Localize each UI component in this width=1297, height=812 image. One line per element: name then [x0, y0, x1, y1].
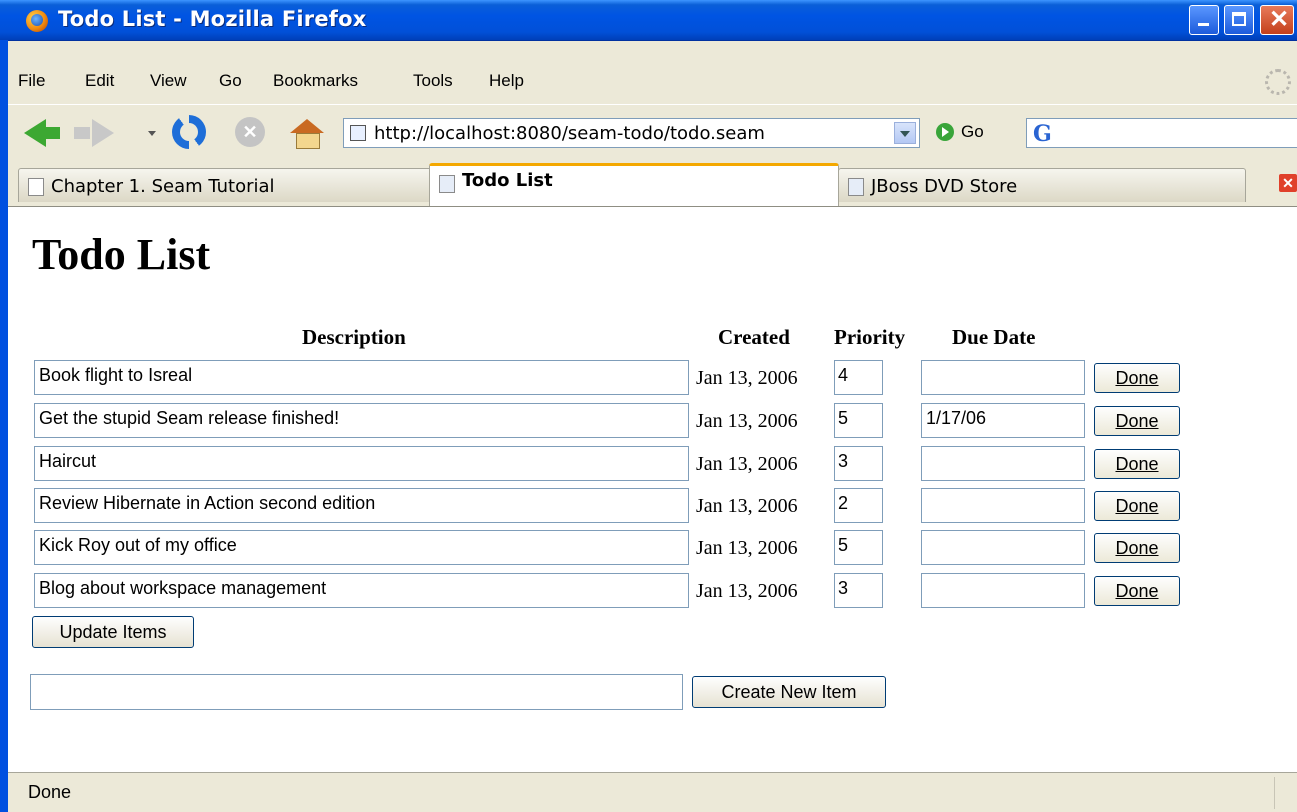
created-date: Jan 13, 2006 [696, 410, 798, 432]
maximize-icon [1232, 12, 1246, 26]
forward-arrow-icon[interactable] [74, 119, 114, 147]
done-button[interactable]: Done [1094, 406, 1180, 436]
maximize-button[interactable] [1224, 5, 1254, 35]
url-text[interactable]: http://localhost:8080/seam-todo/todo.sea… [374, 123, 765, 144]
description-input[interactable]: Haircut [34, 446, 689, 481]
menu-bar: File Edit View Go Bookmarks Tools Help [8, 61, 1297, 101]
due-date-input[interactable] [921, 573, 1085, 608]
done-button[interactable]: Done [1094, 363, 1180, 393]
status-bar: Done [8, 772, 1297, 812]
created-date: Jan 13, 2006 [696, 580, 798, 602]
status-text: Done [28, 782, 72, 802]
close-tab-icon[interactable]: ✕ [1279, 174, 1297, 192]
todo-row: Book flight to Isreal Jan 13, 2006 4 Don… [8, 360, 1297, 402]
done-button[interactable]: Done [1094, 576, 1180, 606]
description-input[interactable]: Kick Roy out of my office [34, 530, 689, 565]
todo-row: Blog about workspace management Jan 13, … [8, 573, 1297, 615]
due-date-input[interactable]: 1/17/06 [921, 403, 1085, 438]
created-date: Jan 13, 2006 [696, 453, 798, 475]
menu-go[interactable]: Go [219, 71, 242, 91]
site-favicon-icon [350, 125, 366, 141]
description-input[interactable]: Blog about workspace management [34, 573, 689, 608]
back-arrow-icon[interactable] [24, 119, 60, 147]
document-icon [28, 178, 44, 196]
menu-help[interactable]: Help [489, 71, 524, 91]
page-content: Todo List Description Created Priority D… [8, 206, 1297, 773]
stop-icon[interactable]: ✕ [235, 117, 265, 147]
window-title: Todo List - Mozilla Firefox [58, 7, 367, 31]
search-input[interactable]: G [1026, 118, 1297, 148]
go-button-label[interactable]: Go [961, 122, 984, 142]
tab-label: JBoss DVD Store [871, 176, 1018, 197]
menu-file[interactable]: File [18, 71, 45, 91]
title-bar[interactable]: Todo List - Mozilla Firefox ✕ [0, 0, 1297, 41]
todo-row: Review Hibernate in Action second editio… [8, 488, 1297, 530]
google-search-engine-icon[interactable]: G [1033, 121, 1052, 147]
reload-icon[interactable] [172, 115, 206, 149]
tab-label: Todo List [462, 170, 553, 191]
minimize-button[interactable] [1189, 5, 1219, 35]
description-input[interactable]: Get the stupid Seam release finished! [34, 403, 689, 438]
header-due-date: Due Date [952, 325, 1036, 349]
menu-tools[interactable]: Tools [413, 71, 453, 91]
update-items-button[interactable]: Update Items [32, 616, 194, 648]
done-button[interactable]: Done [1094, 449, 1180, 479]
navigation-toolbar: ✕ http://localhost:8080/seam-todo/todo.s… [8, 104, 1297, 161]
address-bar[interactable]: http://localhost:8080/seam-todo/todo.sea… [343, 118, 920, 148]
created-date: Jan 13, 2006 [696, 537, 798, 559]
due-date-input[interactable] [921, 488, 1085, 523]
todo-row: Kick Roy out of my office Jan 13, 2006 5… [8, 530, 1297, 572]
due-date-input[interactable] [921, 530, 1085, 565]
todo-row: Get the stupid Seam release finished! Ja… [8, 403, 1297, 445]
created-date: Jan 13, 2006 [696, 495, 798, 517]
priority-input[interactable]: 2 [834, 488, 883, 523]
forward-history-dropdown-icon[interactable] [148, 131, 156, 136]
tab-todo-list[interactable]: Todo List [429, 163, 839, 206]
due-date-input[interactable] [921, 446, 1085, 481]
priority-input[interactable]: 5 [834, 530, 883, 565]
priority-input[interactable]: 3 [834, 573, 883, 608]
tab-bar: Chapter 1. Seam Tutorial Todo List JBoss… [8, 162, 1297, 206]
create-new-item-button[interactable]: Create New Item [692, 676, 886, 708]
header-description: Description [302, 325, 406, 349]
tab-jboss-dvd-store[interactable]: JBoss DVD Store [838, 168, 1246, 202]
menu-edit[interactable]: Edit [85, 71, 114, 91]
todo-row: Haircut Jan 13, 2006 3 Done [8, 446, 1297, 488]
close-window-button[interactable]: ✕ [1260, 5, 1294, 35]
due-date-input[interactable] [921, 360, 1085, 395]
resize-grip-icon[interactable] [1274, 777, 1295, 809]
url-history-dropdown-icon[interactable] [894, 122, 916, 144]
page-favicon-icon [439, 175, 455, 193]
header-priority: Priority [834, 325, 906, 349]
done-button[interactable]: Done [1094, 533, 1180, 563]
menu-view[interactable]: View [150, 71, 187, 91]
minimize-icon [1198, 23, 1209, 26]
tab-label: Chapter 1. Seam Tutorial [51, 176, 275, 197]
new-item-input[interactable] [30, 674, 683, 710]
tab-seam-tutorial[interactable]: Chapter 1. Seam Tutorial [18, 168, 434, 202]
priority-input[interactable]: 3 [834, 446, 883, 481]
go-icon[interactable] [936, 123, 954, 141]
description-input[interactable]: Book flight to Isreal [34, 360, 689, 395]
home-icon[interactable] [290, 119, 324, 149]
menu-bookmarks[interactable]: Bookmarks [273, 71, 358, 91]
window-border [0, 40, 8, 812]
page-favicon-icon [848, 178, 864, 196]
browser-window: Todo List - Mozilla Firefox ✕ File Edit … [0, 0, 1297, 812]
done-button[interactable]: Done [1094, 491, 1180, 521]
description-input[interactable]: Review Hibernate in Action second editio… [34, 488, 689, 523]
created-date: Jan 13, 2006 [696, 367, 798, 389]
firefox-icon [26, 10, 48, 32]
activity-throbber-icon [1265, 69, 1291, 95]
priority-input[interactable]: 5 [834, 403, 883, 438]
header-created: Created [718, 325, 790, 349]
page-title: Todo List [32, 230, 211, 279]
priority-input[interactable]: 4 [834, 360, 883, 395]
close-icon: ✕ [1269, 6, 1290, 33]
